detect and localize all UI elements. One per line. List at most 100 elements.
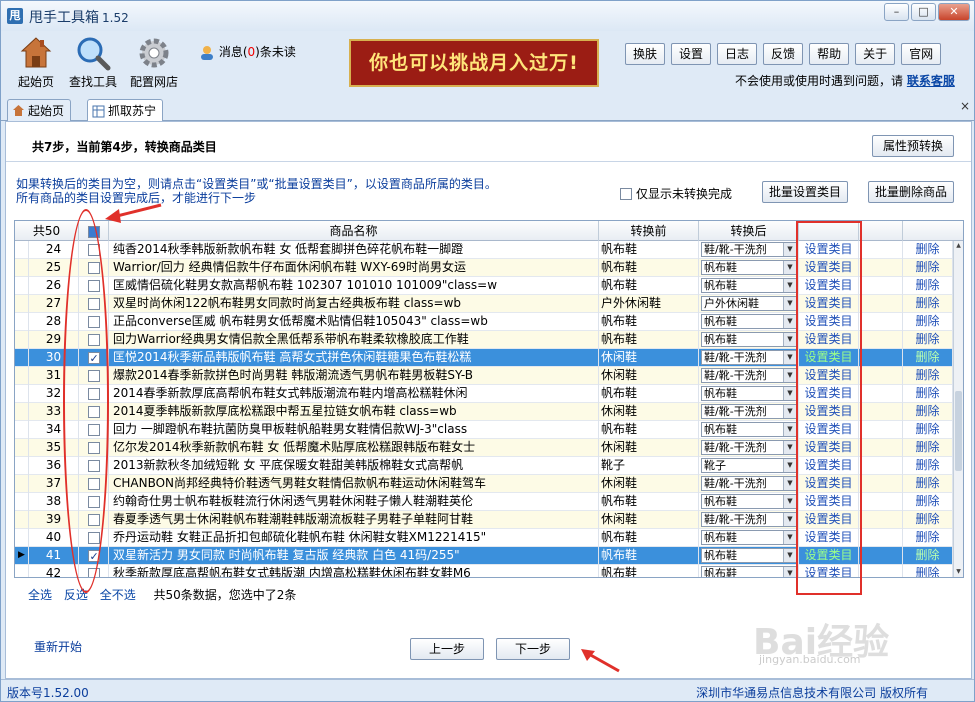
contact-support-link[interactable]: 联系客服: [907, 74, 955, 88]
feedback-button[interactable]: 反馈: [763, 43, 804, 65]
delete-link[interactable]: 删除: [915, 314, 939, 328]
set-category-link[interactable]: 设置类目: [804, 368, 852, 382]
row-checkbox-box[interactable]: [87, 243, 100, 256]
select-all-header[interactable]: [79, 221, 109, 241]
help-button[interactable]: 帮助: [809, 43, 850, 65]
table-row[interactable]: 33 2014夏季韩版新款厚底松糕跟中帮五星拉链女帆布鞋 class=wb 休闲鞋鞋…: [15, 403, 953, 421]
only-unconverted-checkbox[interactable]: 仅显示未转换完成: [620, 185, 732, 202]
tab-start-page[interactable]: 起始页: [7, 99, 72, 121]
row-checkbox[interactable]: [79, 259, 109, 277]
delete-link[interactable]: 删除: [915, 350, 939, 364]
row-checkbox[interactable]: [79, 565, 109, 577]
set-category-link[interactable]: 设置类目: [804, 422, 852, 436]
set-category-link[interactable]: 设置类目: [804, 242, 852, 256]
row-checkbox-box[interactable]: [87, 441, 100, 454]
row-checkbox[interactable]: [79, 475, 109, 493]
category-after-select[interactable]: 帆布鞋: [699, 385, 799, 403]
table-row[interactable]: 31 爆款2014春季新款拼色时尚男鞋 韩版潮流透气男帆布鞋男板鞋SY-B 休闲鞋鞋…: [15, 367, 953, 385]
close-button[interactable]: ✕: [938, 3, 970, 21]
row-checkbox[interactable]: [79, 313, 109, 331]
row-checkbox-box[interactable]: [87, 350, 100, 367]
set-category-link[interactable]: 设置类目: [804, 458, 852, 472]
row-checkbox-box[interactable]: [87, 477, 100, 490]
set-category-link[interactable]: 设置类目: [804, 296, 852, 310]
table-row[interactable]: 30 匡悦2014秋季新品韩版帆布鞋 高帮女式拼色休闲鞋糖果色布鞋松糕休闲鞋鞋/靴…: [15, 349, 953, 367]
row-checkbox[interactable]: [79, 439, 109, 457]
table-row[interactable]: ▶41双星新活力 男女同款 时尚帆布鞋 复古版 经典款 白色 41码/255"帆…: [15, 547, 953, 565]
set-category-link[interactable]: 设置类目: [804, 530, 852, 544]
row-checkbox[interactable]: [79, 457, 109, 475]
row-checkbox[interactable]: [79, 421, 109, 439]
row-checkbox-box[interactable]: [87, 261, 100, 274]
website-button[interactable]: 官网: [901, 43, 942, 65]
delete-link[interactable]: 删除: [915, 332, 939, 346]
row-checkbox-box[interactable]: [87, 423, 100, 436]
row-checkbox-box[interactable]: [87, 405, 100, 418]
row-checkbox[interactable]: [79, 277, 109, 295]
minimize-button[interactable]: –: [884, 3, 909, 21]
row-checkbox[interactable]: [79, 511, 109, 529]
category-dropdown[interactable]: 帆布鞋: [701, 314, 797, 329]
category-dropdown[interactable]: 鞋/靴-干洗剂: [701, 440, 797, 455]
table-row[interactable]: 27 双星时尚休闲122帆布鞋男女同款时尚复古经典板布鞋 class=wb 户外休闲…: [15, 295, 953, 313]
category-dropdown[interactable]: 鞋/靴-干洗剂: [701, 512, 797, 527]
set-category-link[interactable]: 设置类目: [804, 314, 852, 328]
batch-set-category-button[interactable]: 批量设置类目: [762, 181, 848, 203]
category-after-select[interactable]: 帆布鞋: [699, 313, 799, 331]
row-checkbox-box[interactable]: [87, 513, 100, 526]
restart-link[interactable]: 重新开始: [34, 638, 82, 655]
table-row[interactable]: 40 乔丹运动鞋 女鞋正品折扣包邮硫化鞋帆布鞋 休闲鞋女鞋XM1221415" 帆布…: [15, 529, 953, 547]
category-after-select[interactable]: 帆布鞋: [699, 547, 799, 565]
delete-link[interactable]: 删除: [915, 458, 939, 472]
row-checkbox-box[interactable]: [87, 495, 100, 508]
table-row[interactable]: 29 回力Warrior经典男女情侣款全黑低帮系带帆布鞋柔软橡胶底工作鞋 帆布鞋 帆布…: [15, 331, 953, 349]
category-dropdown[interactable]: 鞋/靴-干洗剂: [701, 404, 797, 419]
after-header[interactable]: 转换后: [699, 221, 799, 241]
category-after-select[interactable]: 帆布鞋: [699, 421, 799, 439]
attribute-preconvert-button[interactable]: 属性预转换: [872, 135, 954, 157]
next-step-button[interactable]: 下一步: [496, 638, 570, 660]
delete-link[interactable]: 删除: [915, 242, 939, 256]
find-tool-button[interactable]: 查找工具: [58, 35, 128, 90]
row-checkbox[interactable]: [79, 367, 109, 385]
category-after-select[interactable]: 帆布鞋: [699, 277, 799, 295]
table-row[interactable]: 38约翰奇仕男士帆布鞋板鞋流行休闲透气男鞋休闲鞋子懒人鞋潮鞋英伦帆布鞋帆布鞋设置…: [15, 493, 953, 511]
set-category-link[interactable]: 设置类目: [804, 260, 852, 274]
category-dropdown[interactable]: 鞋/靴-干洗剂: [701, 350, 797, 365]
category-dropdown[interactable]: 帆布鞋: [701, 494, 797, 509]
header-checkbox[interactable]: [87, 225, 100, 238]
row-checkbox-box[interactable]: [87, 387, 100, 400]
row-checkbox[interactable]: [79, 403, 109, 421]
delete-link[interactable]: 删除: [915, 494, 939, 508]
table-row[interactable]: 42秋季新款厚底高帮帆布鞋女式韩版潮 内增高松糕鞋休闲布鞋女鞋M6帆布鞋帆布鞋设…: [15, 565, 953, 577]
set-category-link[interactable]: 设置类目: [804, 350, 852, 364]
set-category-link[interactable]: 设置类目: [804, 278, 852, 292]
grid-scrollbar[interactable]: ▲ ▼: [953, 241, 963, 577]
maximize-button[interactable]: □: [911, 3, 936, 21]
row-checkbox-box[interactable]: [87, 315, 100, 328]
table-row[interactable]: 39 春夏季透气男士休闲鞋帆布鞋潮鞋韩版潮流板鞋子男鞋子单鞋阿甘鞋 休闲鞋 鞋/靴-干…: [15, 511, 953, 529]
delete-link[interactable]: 删除: [915, 512, 939, 526]
message-link[interactable]: 消息(0)条未读: [199, 43, 296, 61]
set-category-link[interactable]: 设置类目: [804, 404, 852, 418]
set-category-link[interactable]: 设置类目: [804, 566, 852, 577]
row-checkbox[interactable]: [79, 331, 109, 349]
row-checkbox[interactable]: [79, 547, 109, 565]
row-checkbox-box[interactable]: [87, 333, 100, 346]
category-after-select[interactable]: 鞋/靴-干洗剂: [699, 511, 799, 529]
row-checkbox[interactable]: [79, 349, 109, 367]
category-dropdown[interactable]: 靴子: [701, 458, 797, 473]
promo-banner[interactable]: 你也可以挑战月入过万!: [349, 39, 599, 87]
set-category-link[interactable]: 设置类目: [804, 548, 852, 562]
close-tab-icon[interactable]: ×: [960, 99, 970, 113]
select-none-link[interactable]: 全不选: [100, 588, 136, 602]
log-button[interactable]: 日志: [717, 43, 758, 65]
delete-link[interactable]: 删除: [915, 260, 939, 274]
settings-button[interactable]: 设置: [671, 43, 712, 65]
category-after-select[interactable]: 帆布鞋: [699, 493, 799, 511]
row-checkbox-box[interactable]: [87, 531, 100, 544]
scroll-down-icon[interactable]: ▼: [954, 567, 963, 577]
row-checkbox-box[interactable]: [87, 279, 100, 292]
table-row[interactable]: 26 匡威情侣硫化鞋男女款高帮帆布鞋 102307 101010 101009"c…: [15, 277, 953, 295]
row-checkbox-box[interactable]: [87, 459, 100, 472]
